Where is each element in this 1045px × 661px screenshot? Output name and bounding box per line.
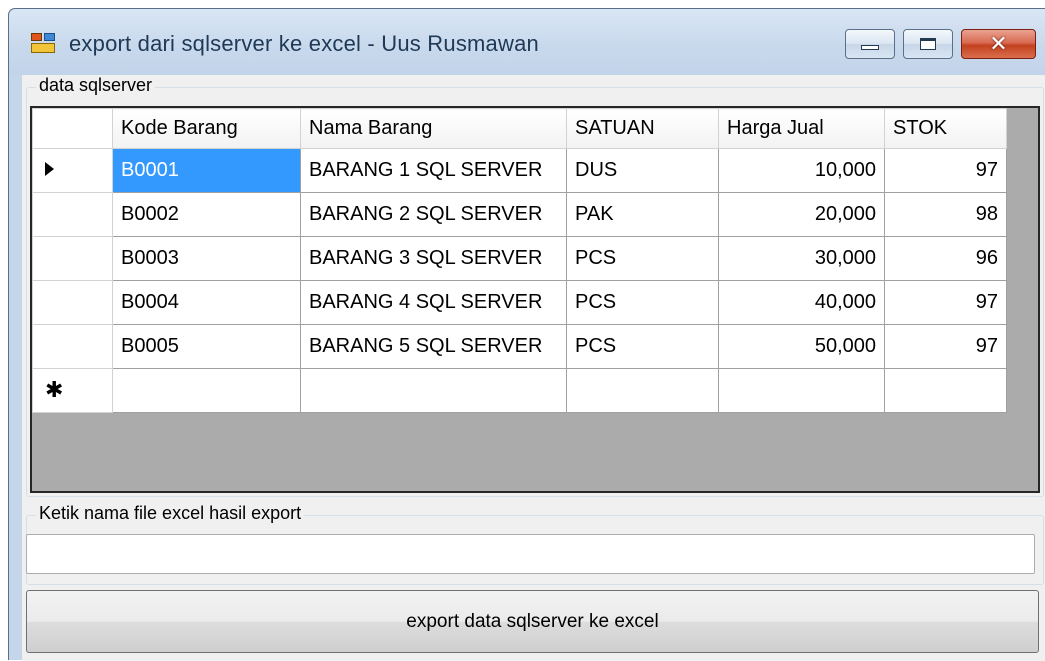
export-button[interactable]: export data sqlserver ke excel xyxy=(26,590,1039,653)
new-row-cell[interactable] xyxy=(718,368,885,413)
grid-cell-stok[interactable]: 97 xyxy=(884,280,1007,325)
grid-cell-harga-jual[interactable]: 20,000 xyxy=(718,192,885,237)
grid-cell-nama-barang[interactable]: BARANG 2 SQL SERVER xyxy=(300,192,567,237)
grid-cell-kode-barang[interactable]: B0003 xyxy=(112,236,301,281)
grid-cell-nama-barang[interactable]: BARANG 3 SQL SERVER xyxy=(300,236,567,281)
grid-cell-satuan[interactable]: DUS xyxy=(566,148,719,193)
grid-cell-harga-jual[interactable]: 50,000 xyxy=(718,324,885,369)
grid-cell-nama-barang[interactable]: BARANG 1 SQL SERVER xyxy=(300,148,567,193)
row-header[interactable] xyxy=(32,192,113,237)
grid-cell-satuan[interactable]: PCS xyxy=(566,236,719,281)
grid-cell-kode-barang[interactable]: B0004 xyxy=(112,280,301,325)
table-row[interactable]: B0003 BARANG 3 SQL SERVER PCS 30,000 96 xyxy=(32,236,1007,281)
new-row[interactable]: ✱ xyxy=(32,368,1007,413)
maximize-button[interactable] xyxy=(903,29,953,59)
new-row-cell[interactable] xyxy=(112,368,301,413)
data-grid[interactable]: Kode Barang Nama Barang SATUAN Harga Jua… xyxy=(30,106,1040,493)
grid-cell-stok[interactable]: 96 xyxy=(884,236,1007,281)
new-row-cell[interactable] xyxy=(566,368,719,413)
maximize-icon xyxy=(920,38,936,50)
client-area: data sqlserver Kode Barang Nama Barang S… xyxy=(22,75,1045,661)
grid-cell-satuan[interactable]: PCS xyxy=(566,280,719,325)
window-title: export dari sqlserver ke excel - Uus Rus… xyxy=(69,31,539,56)
new-row-cell[interactable] xyxy=(300,368,567,413)
grid-cell-satuan[interactable]: PAK xyxy=(566,192,719,237)
column-header-satuan[interactable]: SATUAN xyxy=(566,108,719,149)
new-row-marker-icon: ✱ xyxy=(32,368,113,413)
column-header-stok[interactable]: STOK xyxy=(884,108,1007,149)
grid-cell-harga-jual[interactable]: 40,000 xyxy=(718,280,885,325)
close-button[interactable]: ✕ xyxy=(961,29,1036,59)
grid-table: Kode Barang Nama Barang SATUAN Harga Jua… xyxy=(32,108,1007,413)
table-row[interactable]: B0004 BARANG 4 SQL SERVER PCS 40,000 97 xyxy=(32,280,1007,325)
grid-cell-stok[interactable]: 97 xyxy=(884,324,1007,369)
row-header[interactable] xyxy=(32,324,113,369)
grid-cell-harga-jual[interactable]: 30,000 xyxy=(718,236,885,281)
row-header[interactable] xyxy=(32,236,113,281)
table-row[interactable]: B0005 BARANG 5 SQL SERVER PCS 50,000 97 xyxy=(32,324,1007,369)
minimize-icon xyxy=(861,44,879,50)
row-pointer-icon xyxy=(45,162,54,176)
row-header[interactable] xyxy=(32,280,113,325)
grid-header-row: Kode Barang Nama Barang SATUAN Harga Jua… xyxy=(32,108,1007,149)
close-icon: ✕ xyxy=(989,31,1008,57)
grid-cell-stok[interactable]: 98 xyxy=(884,192,1007,237)
column-header-nama-barang[interactable]: Nama Barang xyxy=(300,108,567,149)
grid-cell-nama-barang[interactable]: BARANG 5 SQL SERVER xyxy=(300,324,567,369)
column-header-kode-barang[interactable]: Kode Barang xyxy=(112,108,301,149)
grid-cell-kode-barang[interactable]: B0001 xyxy=(112,148,301,193)
table-row[interactable]: B0002 BARANG 2 SQL SERVER PAK 20,000 98 xyxy=(32,192,1007,237)
file-name-group-label: Ketik nama file excel hasil export xyxy=(36,503,305,524)
title-bar[interactable]: export dari sqlserver ke excel - Uus Rus… xyxy=(9,9,1045,75)
excel-filename-input[interactable] xyxy=(26,534,1035,574)
grid-cell-kode-barang[interactable]: B0005 xyxy=(112,324,301,369)
row-header[interactable] xyxy=(32,148,113,193)
new-row-cell[interactable] xyxy=(884,368,1007,413)
grid-cell-nama-barang[interactable]: BARANG 4 SQL SERVER xyxy=(300,280,567,325)
grid-corner-header[interactable] xyxy=(32,108,113,149)
app-icon xyxy=(31,33,57,55)
minimize-button[interactable] xyxy=(845,29,895,59)
table-row[interactable]: B0001 BARANG 1 SQL SERVER DUS 10,000 97 xyxy=(32,148,1007,193)
data-sqlserver-group-label: data sqlserver xyxy=(36,75,156,96)
grid-cell-stok[interactable]: 97 xyxy=(884,148,1007,193)
grid-cell-harga-jual[interactable]: 10,000 xyxy=(718,148,885,193)
grid-cell-satuan[interactable]: PCS xyxy=(566,324,719,369)
grid-cell-kode-barang[interactable]: B0002 xyxy=(112,192,301,237)
app-window: export dari sqlserver ke excel - Uus Rus… xyxy=(8,8,1045,661)
column-header-harga-jual[interactable]: Harga Jual xyxy=(718,108,885,149)
